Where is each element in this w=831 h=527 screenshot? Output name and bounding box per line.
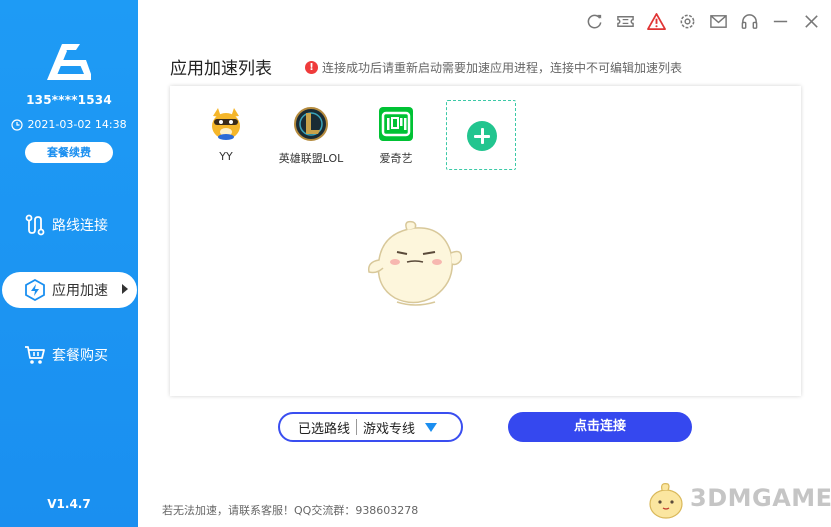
app-name-lol: 英雄联盟LOL bbox=[278, 152, 344, 165]
version-text: V1.4.7 bbox=[47, 497, 91, 511]
nav-route-label: 路线连接 bbox=[52, 218, 108, 234]
clock-icon bbox=[11, 118, 24, 131]
app-tile-yy[interactable]: YY bbox=[186, 106, 266, 163]
lol-icon bbox=[294, 107, 328, 141]
connect-button[interactable]: 点击连接 bbox=[508, 412, 692, 442]
expire-date: 2021-03-02 14:38 bbox=[27, 118, 127, 131]
app-name-yy: YY bbox=[219, 150, 233, 163]
app-logo bbox=[47, 44, 91, 80]
app-name-iqiyi: 爱奇艺 bbox=[379, 152, 413, 165]
nav-accel-label: 应用加速 bbox=[52, 283, 108, 299]
nav-buy-label: 套餐购买 bbox=[52, 348, 108, 364]
caret-down-icon bbox=[425, 422, 438, 432]
close-icon[interactable] bbox=[802, 12, 821, 31]
page-title: 应用加速列表 bbox=[170, 59, 272, 79]
mail-icon[interactable] bbox=[709, 12, 728, 31]
alert-icon: ! bbox=[305, 61, 318, 74]
refresh-icon[interactable] bbox=[585, 12, 604, 31]
nav-package-buy[interactable]: 套餐购买 bbox=[0, 337, 138, 373]
window-controls bbox=[585, 10, 821, 32]
expire-time: 2021-03-02 14:38 bbox=[0, 118, 138, 131]
add-app-button[interactable] bbox=[446, 100, 516, 170]
accelerate-icon bbox=[25, 279, 45, 301]
mascot-illustration bbox=[367, 220, 463, 306]
ticket-icon[interactable] bbox=[616, 12, 635, 31]
minimize-icon[interactable] bbox=[771, 12, 790, 31]
yy-icon bbox=[212, 108, 240, 140]
plus-icon bbox=[467, 121, 497, 151]
route-select-label: 已选路线 bbox=[298, 421, 351, 437]
cart-icon bbox=[25, 346, 45, 364]
iqiyi-icon bbox=[379, 107, 413, 141]
watermark: 3DMGAME bbox=[640, 478, 831, 523]
renew-button[interactable]: 套餐续费 bbox=[25, 142, 113, 163]
notice-banner: ! 连接成功后请重新启动需要加速应用进程，连接中不可编辑加速列表 bbox=[305, 59, 682, 76]
headset-icon[interactable] bbox=[740, 12, 759, 31]
route-select[interactable]: 已选路线 游戏专线 bbox=[278, 412, 463, 442]
notice-text: 连接成功后请重新启动需要加速应用进程，连接中不可编辑加速列表 bbox=[322, 61, 683, 75]
app-list-panel: YY 英雄联盟LOL 爱奇艺 bbox=[170, 86, 801, 396]
sidebar: 135****1534 2021-03-02 14:38 套餐续费 路线连接 应… bbox=[0, 0, 138, 527]
settings-icon[interactable] bbox=[678, 12, 697, 31]
watermark-text: 3DMGAME bbox=[690, 484, 831, 512]
app-tile-lol[interactable]: 英雄联盟LOL bbox=[271, 106, 351, 166]
warning-icon[interactable] bbox=[647, 12, 666, 31]
route-select-value: 游戏专线 bbox=[363, 421, 416, 437]
nav-app-accel[interactable]: 应用加速 bbox=[2, 272, 137, 308]
account-number: 135****1534 bbox=[26, 93, 112, 107]
app-tile-iqiyi[interactable]: 爱奇艺 bbox=[356, 106, 436, 166]
route-icon bbox=[25, 214, 45, 236]
watermark-mascot-icon bbox=[649, 483, 683, 519]
footer-help-text: 若无法加速，请联系客服！QQ交流群：938603278 bbox=[162, 504, 419, 517]
nav-route-connect[interactable]: 路线连接 bbox=[0, 207, 138, 243]
caret-right-icon bbox=[122, 284, 128, 294]
